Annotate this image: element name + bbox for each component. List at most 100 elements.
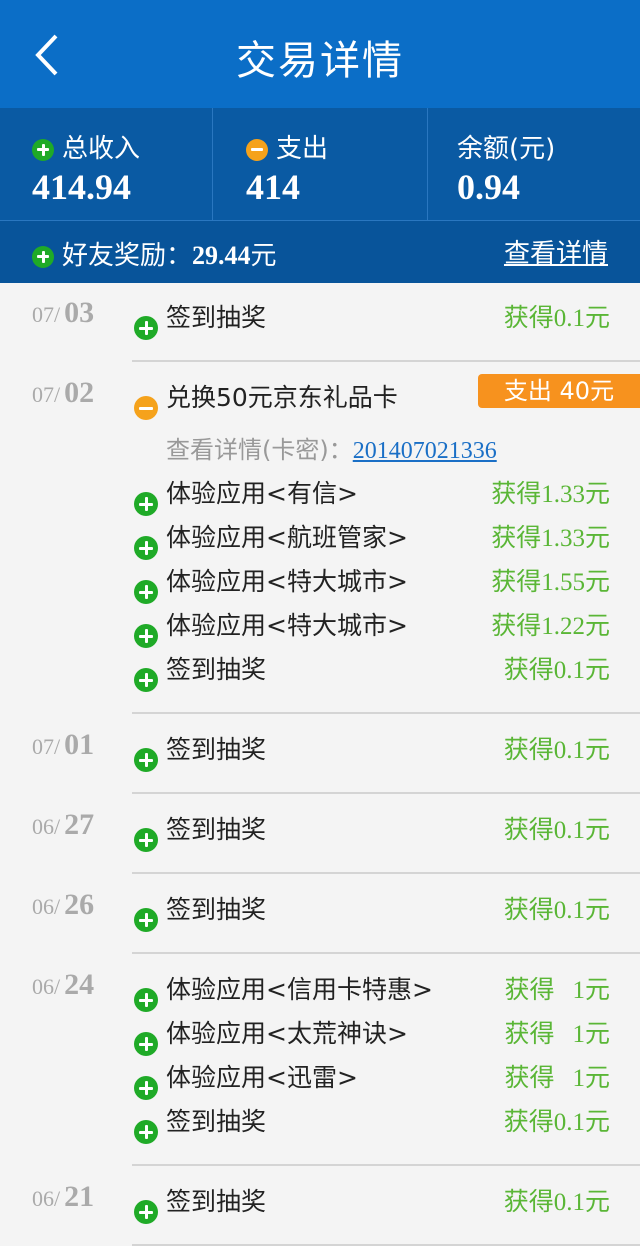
list-item[interactable]: 签到抽奖 获得0.1元 (134, 806, 640, 852)
summary-panel: 总收入 414.94 支出 414 余额(元) 0.94 好友奖励：29.44元… (0, 108, 640, 283)
group-separator (132, 872, 640, 874)
amount-value: 0.1元 (553, 1189, 610, 1216)
plus-icon (134, 828, 158, 852)
date-label: 07/03 (32, 296, 94, 330)
list-item[interactable]: 签到抽奖 获得0.1元 (134, 1098, 640, 1144)
amount-prefix: 获得 (503, 815, 554, 844)
date-day: 03 (64, 296, 95, 329)
amount-value: 1元 (572, 1021, 610, 1048)
date-day: 27 (64, 808, 95, 841)
amount-value: 1元 (572, 977, 610, 1004)
amount-value: 1.33元 (541, 481, 610, 508)
date-label: 06/21 (32, 1180, 94, 1214)
list-item[interactable]: 体验应用<特大城市> 获得1.55元 (134, 558, 640, 604)
plus-icon (134, 316, 158, 340)
item-title: 体验应用<太荒神诀> (166, 1019, 408, 1048)
date-day: 21 (64, 1180, 95, 1213)
plus-icon (134, 492, 158, 516)
stat-divider (212, 108, 213, 220)
list-item[interactable]: 签到抽奖 获得0.1元 (134, 726, 640, 772)
amount-value: 0.1元 (553, 657, 610, 684)
amount-prefix: 获得 (491, 479, 542, 508)
item-title: 体验应用<信用卡特惠> (166, 975, 433, 1004)
card-secret-code[interactable]: 201407021336 (353, 438, 497, 464)
date-month: 06/ (32, 814, 61, 839)
list-item[interactable]: 体验应用<迅雷> 获得 1元 (134, 1054, 640, 1100)
expense-item[interactable]: 兑换50元京东礼品卡 支出 40元 (134, 374, 640, 420)
plus-icon (134, 748, 158, 772)
expense-stat: 支出 414 (246, 108, 426, 220)
amount-value: 1.33元 (541, 525, 610, 552)
group-separator (132, 792, 640, 794)
item-amount: 获得 1元 (504, 970, 610, 1006)
minus-icon (134, 396, 158, 420)
date-label: 07/01 (32, 728, 94, 762)
stat-divider (427, 108, 428, 220)
item-amount: 获得1.33元 (491, 518, 610, 554)
list-item[interactable]: 体验应用<航班管家> 获得1.33元 (134, 514, 640, 560)
item-amount: 获得 1元 (504, 1014, 610, 1050)
balance-stat: 余额(元) 0.94 (457, 108, 637, 220)
amount-value: 1元 (572, 1065, 610, 1092)
minus-icon (246, 138, 268, 161)
date-label: 06/24 (32, 968, 94, 1002)
card-secret-detail: 查看详情(卡密)：201407021336 (166, 430, 497, 465)
plus-icon (134, 1032, 158, 1056)
group-separator (132, 712, 640, 714)
item-amount: 获得0.1元 (504, 650, 610, 686)
item-title: 签到抽奖 (166, 735, 267, 764)
date-day: 02 (64, 376, 95, 409)
date-label: 07/02 (32, 376, 94, 410)
item-amount: 获得0.1元 (504, 1182, 610, 1218)
plus-icon (32, 138, 54, 161)
view-details-link[interactable]: 查看详情 (504, 233, 608, 270)
amount-value: 0.1元 (553, 897, 610, 924)
balance-value: 0.94 (457, 167, 520, 207)
date-month: 06/ (32, 894, 61, 919)
app-header: 交易详情 (0, 0, 640, 108)
list-item[interactable]: 体验应用<特大城市> 获得1.22元 (134, 602, 640, 648)
item-title: 签到抽奖 (166, 1187, 267, 1216)
date-day: 24 (64, 968, 95, 1001)
friend-reward-value: 29.44 (192, 241, 251, 270)
group-separator (132, 952, 640, 954)
amount-prefix: 获得 (491, 611, 542, 640)
item-amount: 获得0.1元 (504, 890, 610, 926)
list-item[interactable]: 签到抽奖 获得0.1元 (134, 886, 640, 932)
date-day: 01 (64, 728, 95, 761)
expense-badge: 支出 40元 (478, 374, 640, 408)
plus-icon (134, 536, 158, 560)
group-separator (132, 360, 640, 362)
plus-icon (32, 245, 54, 268)
amount-prefix: 获得 (504, 975, 555, 1004)
plus-icon (134, 908, 158, 932)
plus-icon (134, 580, 158, 604)
expense-label: 支出 (276, 134, 329, 164)
item-title: 签到抽奖 (166, 655, 267, 684)
date-month: 07/ (32, 734, 61, 759)
item-title: 体验应用<航班管家> (166, 523, 408, 552)
list-item[interactable]: 签到抽奖 获得0.1元 (134, 1178, 640, 1224)
balance-label: 余额(元) (457, 134, 556, 164)
item-title: 签到抽奖 (166, 895, 267, 924)
item-amount: 获得1.55元 (491, 562, 610, 598)
income-value: 414.94 (32, 167, 131, 207)
list-item[interactable]: 签到抽奖 获得0.1元 (134, 646, 640, 692)
list-item[interactable]: 体验应用<有信> 获得1.33元 (134, 470, 640, 516)
date-month: 07/ (32, 302, 61, 327)
item-title: 兑换50元京东礼品卡 (166, 383, 398, 412)
amount-prefix: 获得 (503, 1187, 554, 1216)
item-amount: 获得0.1元 (504, 730, 610, 766)
income-stat: 总收入 414.94 (32, 108, 212, 220)
amount-prefix: 获得 (491, 567, 542, 596)
card-secret-label: 查看详情(卡密)： (166, 436, 353, 464)
amount-value: 1.22元 (541, 613, 610, 640)
list-item[interactable]: 体验应用<信用卡特惠> 获得 1元 (134, 966, 640, 1012)
list-item[interactable]: 体验应用<太荒神诀> 获得 1元 (134, 1010, 640, 1056)
date-day: 26 (64, 888, 95, 921)
list-item[interactable]: 签到抽奖 获得0.1元 (134, 294, 640, 340)
amount-prefix: 获得 (504, 1063, 555, 1092)
item-title: 体验应用<有信> (166, 479, 358, 508)
expense-value: 414 (246, 167, 300, 207)
amount-prefix: 获得 (503, 1107, 554, 1136)
